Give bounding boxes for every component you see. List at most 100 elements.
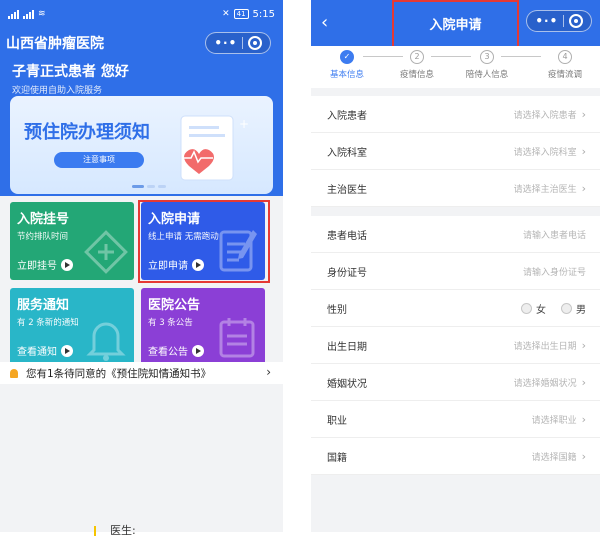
field-label: 性别 <box>327 304 347 316</box>
close-target-icon[interactable] <box>568 14 583 28</box>
more-icon[interactable]: •·• <box>214 36 237 50</box>
step-companion-info[interactable]: 3 陪侍人信息 <box>457 50 517 80</box>
step-epidemic-survey[interactable]: 4 疫情流调 <box>535 50 595 80</box>
card-action[interactable]: 查看通知 <box>17 343 73 358</box>
field-label: 入院患者 <box>327 110 367 122</box>
field-placeholder: 请选择职业 <box>531 415 577 426</box>
play-icon <box>61 258 73 271</box>
radio-circle-icon <box>561 302 572 314</box>
play-icon <box>192 344 204 357</box>
field-patient[interactable]: 入院患者 请选择入院患者 › <box>311 96 600 133</box>
bottom-caption: 医生: <box>94 522 136 538</box>
field-id-card[interactable]: 身份证号 请输入身份证号 <box>311 253 600 290</box>
card-action[interactable]: 立即挂号 <box>17 257 73 272</box>
step-number: 2 <box>410 50 424 64</box>
notice-text: 您有1条待同意的《预住院知情通知书》 <box>26 367 212 380</box>
field-label: 主治医生 <box>327 184 367 196</box>
chevron-right-icon: › <box>581 181 586 195</box>
field-label: 婚姻状况 <box>327 378 367 390</box>
field-birthdate[interactable]: 出生日期 请选择出生日期 › <box>311 327 600 364</box>
card-action[interactable]: 查看公告 <box>148 343 204 358</box>
clipboard-icon <box>219 318 255 358</box>
field-placeholder: 请选择入院科室 <box>513 147 577 158</box>
banner-title: 预住院办理须知 <box>24 122 150 143</box>
field-gender: 性别 女 男 <box>311 290 600 327</box>
more-icon[interactable]: •·• <box>535 14 558 28</box>
field-occupation[interactable]: 职业 请选择职业 › <box>311 401 600 438</box>
svg-text:+: + <box>239 117 249 131</box>
gender-male-radio[interactable]: 男 <box>561 301 586 316</box>
field-label: 国籍 <box>327 452 347 464</box>
radio-circle-icon <box>521 302 532 314</box>
capsule-divider <box>241 37 243 49</box>
mute-icon: ✕ <box>222 9 230 19</box>
greeting-title: 子青正式患者 您好 <box>12 64 129 80</box>
personal-section: 患者电话 请输入患者电话 身份证号 请输入身份证号 性别 女 男 出生日期 请选择出生… <box>311 216 600 475</box>
chevron-right-icon: › <box>581 375 586 389</box>
chevron-right-icon: › <box>581 338 586 352</box>
plus-diamond-icon <box>84 230 128 274</box>
chevron-right-icon: › <box>581 144 586 158</box>
capsule-divider <box>562 15 564 27</box>
miniprogram-capsule[interactable]: •·• <box>205 32 271 54</box>
gender-female-radio[interactable]: 女 <box>521 301 546 316</box>
field-marital-status[interactable]: 婚姻状况 请选择婚姻状况 › <box>311 364 600 401</box>
consent-notice-bar[interactable]: 您有1条待同意的《预住院知情通知书》 › <box>0 362 283 384</box>
field-doctor[interactable]: 主治医生 请选择主治医生 › <box>311 170 600 207</box>
field-label: 入院科室 <box>327 147 367 159</box>
bell-icon <box>10 368 18 378</box>
status-bar: ≋ ✕ 41 5:15 <box>0 0 283 28</box>
step-number: 4 <box>558 50 572 64</box>
step-label: 疫情流调 <box>547 70 582 80</box>
field-label: 患者电话 <box>327 230 367 242</box>
admission-apply-screen: ‹ 入院申请 •·• ✓ 基本信息 2 疫情信息 3 陪侍人信息 4 疫情流调 <box>311 0 600 532</box>
miniprogram-capsule[interactable]: •·• <box>526 10 592 32</box>
status-time: 5:15 <box>252 8 275 20</box>
close-target-icon[interactable] <box>247 36 262 50</box>
signal-icon <box>23 9 34 19</box>
field-placeholder: 请选择入院患者 <box>513 110 577 121</box>
section-gap <box>311 207 600 216</box>
card-register[interactable]: 入院挂号 节约排队时间 立即挂号 <box>10 202 134 280</box>
step-label: 基本信息 <box>329 70 364 80</box>
patient-section: 入院患者 请选择入院患者 › 入院科室 请选择入院科室 › 主治医生 请选择主治医生 › <box>311 96 600 207</box>
field-placeholder: 请选择出生日期 <box>513 341 577 352</box>
card-title: 服务通知 <box>17 298 70 313</box>
section-gap <box>311 88 600 96</box>
card-hospital-announcement[interactable]: 医院公告 有 3 条公告 查看公告 <box>141 288 265 366</box>
home-screen: ≋ ✕ 41 5:15 山西省肿瘤医院 •·• 子青正式患者 您好 欢迎使用自助… <box>0 0 283 532</box>
field-placeholder: 请选择主治医生 <box>513 184 577 195</box>
chevron-right-icon: › <box>581 107 586 121</box>
field-placeholder: 请选择婚姻状况 <box>513 378 577 389</box>
battery-icon: 41 <box>233 9 249 19</box>
check-icon: ✓ <box>340 50 354 64</box>
field-placeholder: 请选择国籍 <box>531 452 577 463</box>
field-phone[interactable]: 患者电话 请输入患者电话 <box>311 216 600 253</box>
signal-icon <box>8 9 19 19</box>
document-heart-icon: + <box>180 115 249 181</box>
chevron-right-icon: › <box>581 449 586 463</box>
field-placeholder: 请输入患者电话 <box>522 230 586 241</box>
step-label: 疫情信息 <box>399 70 434 80</box>
banner-tag[interactable]: 注意事项 <box>54 152 144 168</box>
field-nationality[interactable]: 国籍 请选择国籍 › <box>311 438 600 475</box>
step-basic-info[interactable]: ✓ 基本信息 <box>317 50 377 80</box>
card-service-notice[interactable]: 服务通知 有 2 条新的通知 查看通知 <box>10 288 134 366</box>
notice-banner[interactable]: 预住院办理须知 注意事项 + <box>10 96 273 194</box>
progress-steps: ✓ 基本信息 2 疫情信息 3 陪侍人信息 4 疫情流调 <box>311 46 600 88</box>
play-icon <box>61 344 73 357</box>
field-label: 身份证号 <box>327 267 367 279</box>
chevron-right-icon: › <box>581 412 586 426</box>
field-department[interactable]: 入院科室 请选择入院科室 › <box>311 133 600 170</box>
field-label: 出生日期 <box>327 341 367 353</box>
field-placeholder: 请输入身份证号 <box>522 267 586 278</box>
chevron-right-icon: › <box>266 365 271 379</box>
step-label: 陪侍人信息 <box>465 70 509 80</box>
card-title: 医院公告 <box>148 298 201 313</box>
card-title: 入院挂号 <box>17 212 70 227</box>
step-epidemic-info[interactable]: 2 疫情信息 <box>387 50 447 80</box>
carousel-dots <box>132 185 166 188</box>
wifi-icon: ≋ <box>38 9 46 19</box>
highlight-box <box>138 200 270 283</box>
step-number: 3 <box>480 50 494 64</box>
